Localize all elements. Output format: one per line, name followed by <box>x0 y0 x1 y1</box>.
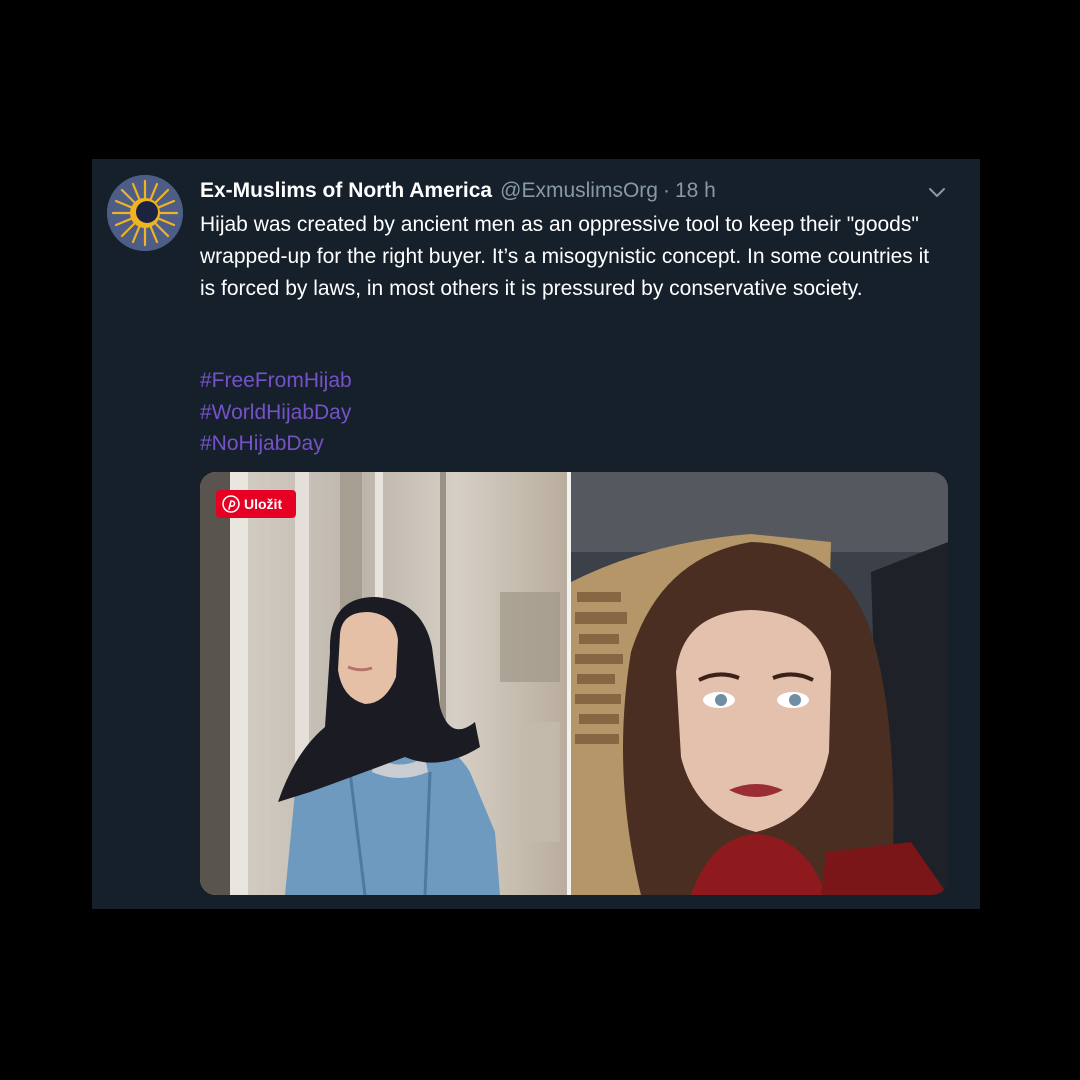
tweet-card[interactable]: Ex-Muslims of North America @ExmuslimsOrg… <box>92 159 980 909</box>
author-name[interactable]: Ex-Muslims of North America <box>200 179 492 202</box>
save-label: Uložit <box>244 496 283 512</box>
right-photo[interactable] <box>571 472 948 895</box>
header-separator: · <box>662 179 670 202</box>
left-photo[interactable]: Uložit <box>200 472 567 895</box>
hashtag-list: #FreeFromHijab #WorldHijabDay #NoHijabDa… <box>200 365 352 460</box>
tweet-media[interactable]: Uložit <box>200 472 948 895</box>
pinterest-save-button[interactable]: Uložit <box>216 490 296 518</box>
hashtag-world-hijab-day[interactable]: #WorldHijabDay <box>200 397 352 429</box>
tweet-menu-button[interactable] <box>926 181 948 203</box>
right-photo-image <box>571 472 948 895</box>
tweet-timestamp[interactable]: 18 h <box>675 179 716 202</box>
hashtag-no-hijab-day[interactable]: #NoHijabDay <box>200 428 352 460</box>
pinterest-icon <box>222 495 240 513</box>
author-handle[interactable]: @ExmuslimsOrg <box>500 179 658 202</box>
avatar[interactable] <box>107 175 183 251</box>
chevron-down-icon <box>929 188 945 197</box>
hashtag-free-from-hijab[interactable]: #FreeFromHijab <box>200 365 352 397</box>
left-photo-image <box>200 472 567 895</box>
tweet-header: Ex-Muslims of North America @ExmuslimsOrg… <box>200 177 716 205</box>
sun-logo-icon <box>107 175 183 251</box>
tweet-text: Hijab was created by ancient men as an o… <box>200 213 930 300</box>
